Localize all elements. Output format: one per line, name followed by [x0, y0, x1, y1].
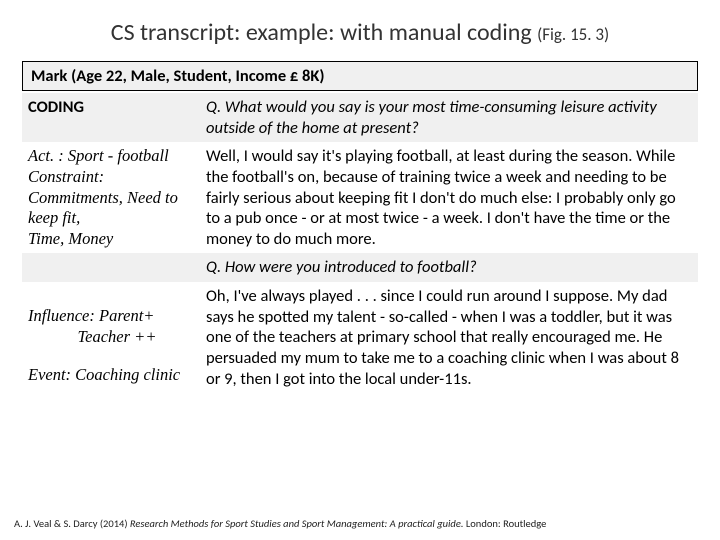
codes-block-1: Act. : Sport - football Constraint: Comm…: [22, 142, 200, 253]
codes-block-2: Influence: Parent+ Teacher ++ Event: Coa…: [22, 282, 200, 393]
footer-title: Research Methods for Sport Studies and S…: [130, 517, 464, 530]
title-main: CS transcript: example: with manual codi…: [111, 18, 537, 47]
codes-influence: Influence: Parent+ Teacher ++: [28, 306, 192, 347]
footer-publisher: London: Routledge: [463, 517, 546, 530]
footer-citation: A. J. Veal & S. Darcy (2014) Research Me…: [14, 517, 546, 530]
answer-1: Well, I would say it's playing football,…: [200, 142, 698, 253]
page-title: CS transcript: example: with manual codi…: [22, 18, 698, 47]
title-fig: (Fig. 15. 3): [537, 24, 609, 45]
question-1: Q. What would you say is your most time-…: [200, 93, 698, 142]
subject-bar: Mark (Age 22, Male, Student, Income £ 8K…: [22, 61, 698, 91]
coding-header: CODING: [22, 93, 200, 142]
answer-2: Oh, I've always played . . . since I cou…: [200, 282, 698, 393]
footer-authors: A. J. Veal & S. Darcy (2014): [14, 517, 130, 530]
codes-event: Event: Coaching clinic: [28, 365, 192, 386]
transcript-table: CODING Q. What would you say is your mos…: [22, 93, 698, 393]
question-2: Q. How were you introduced to football?: [200, 253, 698, 282]
